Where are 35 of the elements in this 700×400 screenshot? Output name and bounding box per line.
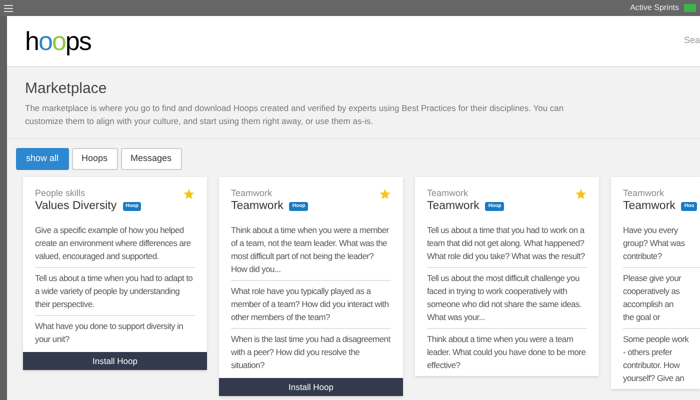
- card-category: People skills: [35, 188, 86, 199]
- filter-tab[interactable]: show all: [16, 148, 69, 170]
- question-text: Think about a time when you were a member of a team, not the team leader. What was the most difficult part of not being the leader? How did you...: [231, 224, 390, 276]
- install-button[interactable]: Install Hoop: [219, 378, 403, 396]
- question-text: Please give your cooperatively as accomplish an the goal or: [623, 272, 682, 324]
- filter-tab[interactable]: Messages: [120, 148, 182, 170]
- question-text: Some people work - others prefer contributor. How yourself? Give an: [623, 333, 690, 385]
- card-category: Teamwork: [427, 188, 470, 199]
- star-icon[interactable]: [575, 188, 587, 200]
- question-text: What role have you typically played as a member of a team? How did you interact with other members of the team?: [231, 285, 390, 324]
- question-text: Tell us about the most difficult challenge you faced in trying to work cooperatively with someone who did not share the same ideas. What was your...: [427, 272, 582, 324]
- card-title: Values Diversity: [35, 199, 117, 214]
- star-icon[interactable]: [183, 188, 195, 200]
- page-title: Marketplace: [25, 79, 108, 99]
- install-button[interactable]: Install Hoop: [23, 352, 207, 370]
- question-text: When is the last time you had a disagreement with a peer? How did you resolve the situation?: [231, 333, 391, 372]
- card-title: Teamwork: [231, 199, 284, 214]
- card-category: Teamwork: [623, 188, 666, 199]
- page-description: The marketplace is where you go to find and download Hoops created and verified by experts using Best Practices for their disciplines. You can customize them to align with your culture, and start using them right away, or use them as-is.: [25, 102, 565, 128]
- question-text: Think about a time when you were a team leader. What could you have done to be more effective?: [427, 333, 587, 372]
- star-icon[interactable]: [379, 188, 391, 200]
- search-field[interactable]: Sea: [684, 34, 700, 48]
- menu-icon[interactable]: [4, 4, 13, 12]
- card-title: Teamwork: [623, 199, 676, 214]
- question-text: What have you done to support diversity in your unit?: [35, 320, 184, 346]
- card-category: Teamwork: [231, 188, 274, 199]
- filter-tab[interactable]: Hoops: [72, 148, 118, 170]
- hoops-logo[interactable]: hoops: [25, 28, 91, 54]
- question-text: Give a specific example of how you helped create an environment where differences are valued, encouraged and supported.: [35, 224, 192, 263]
- question-text: Have you every group? What was contribute?: [623, 224, 686, 263]
- question-text: Tell us about a time when you had to adapt to a wide variety of people by understanding their perspective.: [35, 272, 194, 311]
- question-text: Tell us about a time that you had to work on a team that did not get along. What happened? What role did you take? What was the result?: [427, 224, 586, 263]
- sprint-count-badge: [684, 4, 696, 12]
- card-title: Teamwork: [427, 199, 480, 214]
- active-sprints-label[interactable]: Active Sprints: [630, 2, 679, 14]
